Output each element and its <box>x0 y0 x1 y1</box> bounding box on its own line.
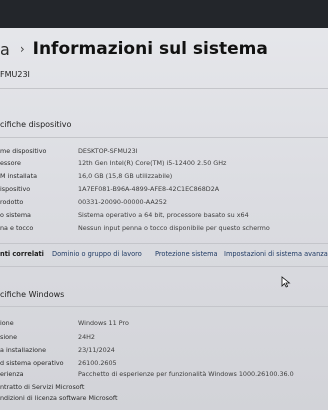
spec-row-ram: M installata 16,0 GB (15,8 GB utilizzabi… <box>0 172 328 183</box>
link-system-protection[interactable]: Protezione sistema <box>155 250 218 258</box>
link-advanced-system-settings[interactable]: Impostazioni di sistema avanzate <box>224 250 328 258</box>
device-name-heading: FMU23I <box>0 70 30 79</box>
spec-value: DESKTOP-SFMU23I <box>78 147 138 155</box>
spec-label: o sistema <box>0 211 31 219</box>
spec-row-device-id: ispositivo 1A7EF081-B96A-4899-AFE8-42C1E… <box>0 185 328 196</box>
spec-value: Pacchetto di esperienze per funzionalità… <box>78 370 294 378</box>
device-specs-heading[interactable]: cifiche dispositivo <box>0 120 71 129</box>
divider <box>0 306 328 307</box>
windows-specs-heading[interactable]: cifiche Windows <box>0 290 64 299</box>
spec-value: 23/11/2024 <box>78 346 115 354</box>
spec-value: Sistema operativo a 64 bit, processore b… <box>78 211 249 219</box>
spec-row-experience: erienza Pacchetto di esperienze per funz… <box>0 370 328 381</box>
window-top-bar <box>0 0 328 28</box>
spec-row-version: sione 24H2 <box>0 333 328 344</box>
spec-row-system-type: o sistema Sistema operativo a 64 bit, pr… <box>0 211 328 222</box>
spec-label: ione <box>0 319 14 327</box>
spec-value: 12th Gen Intel(R) Core(TM) i5-12400 2.50… <box>78 159 227 167</box>
microsoft-services-agreement-link[interactable]: ntratto di Servizi Microsoft <box>0 383 84 391</box>
breadcrumb-parent[interactable]: a <box>0 40 10 59</box>
spec-row-processor: essore 12th Gen Intel(R) Core(TM) i5-124… <box>0 159 328 170</box>
spec-label: a installazione <box>0 346 47 354</box>
spec-value: 26100.2605 <box>78 359 117 367</box>
divider <box>0 243 328 244</box>
divider <box>0 137 328 138</box>
spec-label: rodotto <box>0 198 24 206</box>
spec-row-edition: ione Windows 11 Pro <box>0 319 328 330</box>
spec-row-pen-touch: na e tocco Nessun input penna o tocco di… <box>0 224 328 235</box>
spec-label: sione <box>0 333 17 341</box>
spec-value: 24H2 <box>78 333 96 341</box>
spec-label: me dispositivo <box>0 147 47 155</box>
breadcrumb-chevron-icon: › <box>19 42 25 56</box>
page-header: a › Informazioni sul sistema <box>0 34 268 64</box>
spec-label: erienza <box>0 370 24 378</box>
spec-row-product-id: rodotto 00331-20090-00000-AA252 <box>0 198 328 209</box>
link-domain-workgroup[interactable]: Dominio o gruppo di lavoro <box>52 250 142 258</box>
spec-label: essore <box>0 159 21 167</box>
divider <box>0 266 328 267</box>
spec-label: ispositivo <box>0 185 31 193</box>
related-links: nti correlati Dominio o gruppo di lavoro… <box>0 250 328 262</box>
page-title: Informazioni sul sistema <box>32 39 268 59</box>
spec-value: 1A7EF081-B96A-4899-AFE8-42C1EC868D2A <box>78 185 220 193</box>
spec-label: M installata <box>0 172 38 180</box>
spec-value: 16,0 GB (15,8 GB utilizzabile) <box>78 172 173 180</box>
spec-label: na e tocco <box>0 224 34 232</box>
spec-label: d sistema operativo <box>0 359 64 367</box>
related-links-label: nti correlati <box>0 250 44 258</box>
spec-value: 00331-20090-00000-AA252 <box>78 198 167 206</box>
spec-value: Nessun input penna o tocco disponibile p… <box>78 224 270 232</box>
mouse-cursor-icon <box>281 276 291 288</box>
settings-window: a › Informazioni sul sistema FMU23I cifi… <box>0 0 328 410</box>
divider <box>0 88 328 89</box>
spec-row-install-date: a installazione 23/11/2024 <box>0 346 328 357</box>
microsoft-license-terms-link[interactable]: ndizioni di licenza software Microsoft <box>0 394 118 402</box>
spec-value: Windows 11 Pro <box>78 319 129 327</box>
spec-row-device-name: me dispositivo DESKTOP-SFMU23I <box>0 147 328 158</box>
spec-row-os-build: d sistema operativo 26100.2605 <box>0 359 328 370</box>
